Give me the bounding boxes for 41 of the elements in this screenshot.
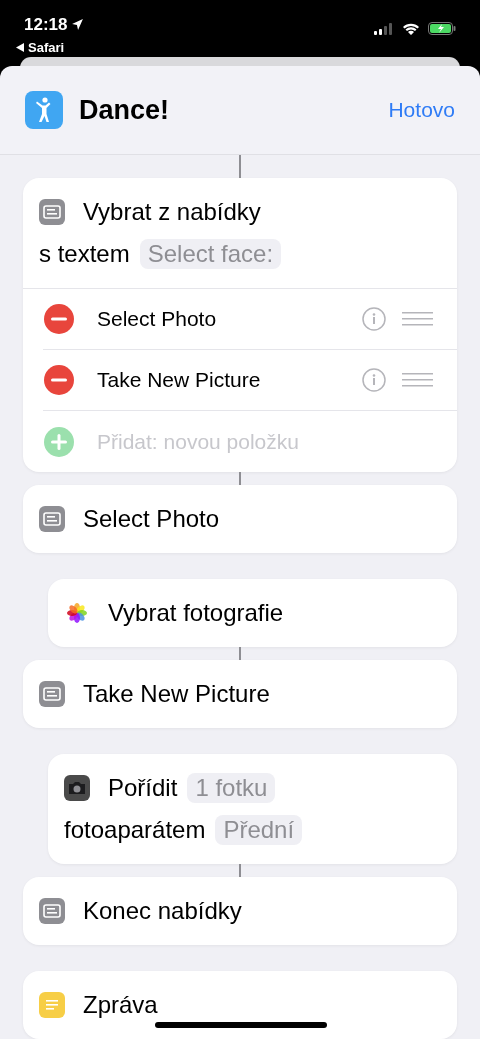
flower-icon <box>64 600 90 626</box>
menu-icon <box>39 199 65 225</box>
action-card[interactable]: Vybrat fotografie <box>48 579 457 647</box>
back-link[interactable]: Safari <box>16 37 85 57</box>
dancer-icon <box>25 91 63 129</box>
action-text: Pořídit <box>108 773 178 803</box>
done-button[interactable]: Hotovo <box>388 94 455 126</box>
action-text: fotoaparátem <box>64 815 206 845</box>
back-triangle-icon <box>16 42 24 52</box>
camera-icon <box>64 775 90 801</box>
action-card[interactable]: Zpráva <box>23 971 457 1039</box>
action-card[interactable]: Konec nabídky <box>23 877 457 945</box>
time: 12:18 <box>24 14 68 36</box>
battery-icon <box>428 22 456 35</box>
reorder-icon[interactable] <box>402 312 433 326</box>
add-icon <box>43 425 75 458</box>
location-arrow-icon <box>71 18 85 32</box>
action-card[interactable]: Select Photo <box>23 485 457 553</box>
menu-item-label: Take New Picture <box>97 367 262 394</box>
action-text: s textem <box>39 239 130 269</box>
action-text: Select Photo <box>83 504 220 534</box>
menu-icon <box>39 681 65 707</box>
reorder-icon[interactable] <box>402 373 433 387</box>
remove-icon[interactable] <box>43 303 75 335</box>
menu-icon <box>39 506 65 532</box>
menu-icon <box>39 898 65 924</box>
info-icon[interactable] <box>362 307 386 331</box>
action-card[interactable]: Vybrat z nabídky s textem Select face: Select Photo Take New Picture Přidat: novou položku <box>23 178 457 472</box>
menu-item-label: Select Photo <box>97 306 218 333</box>
info-icon[interactable] <box>362 368 386 392</box>
notes-icon <box>39 992 65 1018</box>
wifi-icon <box>402 22 420 35</box>
action-text: Take New Picture <box>83 679 270 709</box>
signal-icon <box>374 22 394 35</box>
shortcut-title: Dance! <box>79 93 170 127</box>
action-text: Vybrat fotografie <box>108 598 284 628</box>
action-text: Vybrat z nabídky <box>83 197 261 227</box>
action-card[interactable]: Take New Picture <box>23 660 457 728</box>
action-text: Zpráva <box>83 990 158 1020</box>
action-text: Konec nabídky <box>83 896 242 926</box>
remove-icon[interactable] <box>43 364 75 396</box>
